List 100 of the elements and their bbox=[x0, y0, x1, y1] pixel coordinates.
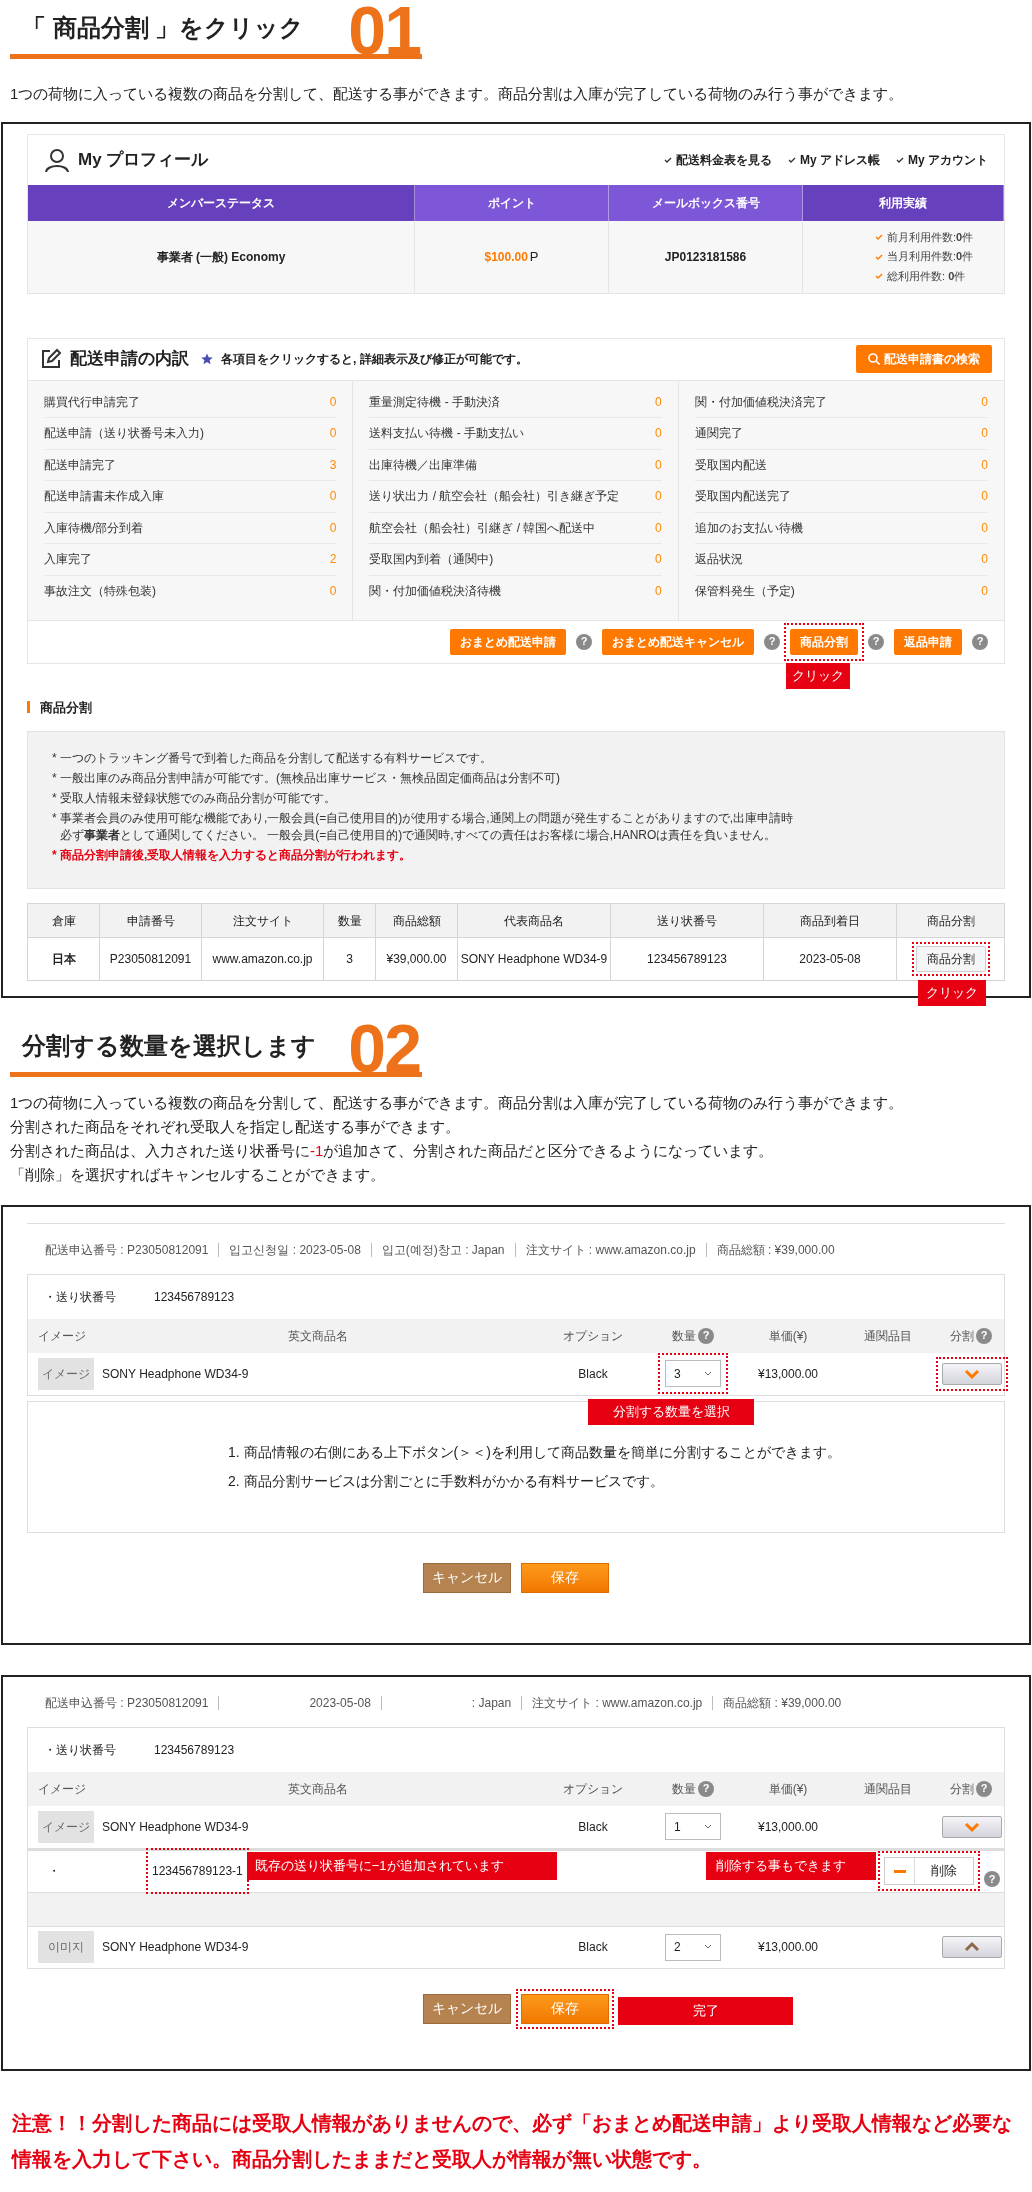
status-link[interactable]: 関・付加価値税決済完了 bbox=[694, 392, 827, 411]
table-cell: P23050812091 bbox=[100, 938, 202, 980]
usage-text: 前月利用件数:0件 bbox=[887, 229, 974, 245]
table-cell-text: ¥13,000.00 bbox=[756, 1939, 820, 1956]
status-link[interactable]: 購買代行申請完了 bbox=[44, 392, 140, 411]
thumbnail-label: イメージ bbox=[42, 1365, 90, 1383]
status-link[interactable]: 入庫待機/部分到着 bbox=[44, 518, 144, 537]
column-header: 商品到着日 bbox=[764, 904, 897, 937]
step-number: 02 bbox=[348, 1013, 420, 1082]
tracking-number: 123456789123 bbox=[154, 1288, 235, 1306]
column-header: 英文商品名 bbox=[288, 1327, 348, 1345]
step-description: 分割された商品をそれぞれ受取人を指定し配送する事ができます。 bbox=[10, 1116, 461, 1137]
column-header: 商品分割 bbox=[925, 912, 976, 930]
profile-link[interactable]: My アドレス帳 bbox=[787, 150, 880, 169]
column-header: 通関品目 bbox=[864, 1780, 912, 1798]
minus-icon bbox=[893, 1869, 906, 1873]
section-title: 配送申請の内訳 bbox=[70, 348, 189, 371]
status-count: 0 bbox=[981, 519, 988, 537]
status-count: 0 bbox=[654, 519, 662, 537]
status-link[interactable]: 配送申請（送り状番号未入力) bbox=[44, 424, 204, 443]
split-arrow-button[interactable] bbox=[942, 1936, 1002, 1958]
note-text: * 商品分割申請後,受取人情報を入力すると商品分割が行われます。 bbox=[52, 847, 413, 864]
callout-label: クリック bbox=[786, 662, 850, 689]
status-link[interactable]: 追加のお支払い待機 bbox=[694, 518, 803, 537]
table-cell-text: Black bbox=[577, 1939, 609, 1956]
callout-label: 削除する事もできます bbox=[706, 1852, 876, 1880]
usage-text: 当月利用件数:0件 bbox=[887, 249, 974, 265]
delete-button[interactable]: 削除 bbox=[884, 1857, 974, 1885]
column-header: 申請番号 bbox=[100, 904, 202, 937]
caret-icon bbox=[704, 1944, 712, 1950]
split-arrow-button[interactable] bbox=[942, 1362, 1002, 1385]
status-count: 0 bbox=[654, 583, 662, 601]
column-header: 数量 bbox=[672, 1780, 696, 1798]
step-title: 分割する数量を選択します bbox=[20, 1030, 316, 1061]
profile-link[interactable]: My アカウント bbox=[896, 150, 988, 169]
status-count: 0 bbox=[329, 488, 337, 506]
step-title: 「 商品分割 」をクリック bbox=[21, 13, 305, 43]
usage-text: 総利用件数: 0件 bbox=[887, 268, 966, 284]
callout-label: 完了 bbox=[618, 1996, 793, 2025]
status-count: 0 bbox=[981, 393, 988, 411]
split-button[interactable]: 商品分割 bbox=[915, 946, 986, 972]
meta-text: 注文サイト : www.amazon.co.jp bbox=[514, 1242, 706, 1257]
status-link[interactable]: 出庫待機／出庫準備 bbox=[369, 455, 478, 474]
product-name: SONY Headphone WD34-9 bbox=[101, 1939, 250, 1956]
column-header: イメージ bbox=[38, 1780, 86, 1798]
callout-label: クリック bbox=[917, 980, 986, 1006]
product-name: SONY Headphone WD34-9 bbox=[101, 1365, 250, 1383]
table-cell: 2023-05-08 bbox=[764, 938, 897, 980]
status-link[interactable]: 送料支払い待機 - 手動支払い bbox=[369, 424, 524, 443]
column-header: 送り状番号 bbox=[611, 904, 764, 937]
meta-text: 配送申込番号 : P23050812091 bbox=[44, 1695, 210, 1710]
status-count: 0 bbox=[981, 456, 988, 474]
status-link[interactable]: 通関完了 bbox=[694, 424, 743, 443]
status-count: 0 bbox=[981, 551, 988, 569]
status-link[interactable]: 受取国内配送 bbox=[694, 455, 767, 474]
status-link[interactable]: 送り状出力 / 航空会社（船会社）引き継ぎ予定 bbox=[369, 487, 620, 506]
hint-text: 各項目をクリックすると, 詳細表示及び修正が可能です。 bbox=[221, 351, 528, 368]
check-icon bbox=[875, 233, 883, 241]
table-header-cell: メールボックス番号 bbox=[609, 184, 803, 221]
table-cell-text: ¥13,000.00 bbox=[756, 1365, 820, 1383]
tracking-number: 123456789123 bbox=[154, 1741, 235, 1759]
points-value: $100.00 bbox=[484, 248, 528, 266]
status-count: 0 bbox=[981, 425, 988, 443]
star-icon bbox=[201, 353, 213, 365]
status-link[interactable]: 航空会社（船会社）引継ぎ / 韓国へ配送中 bbox=[369, 518, 596, 537]
table-header-cell: 利用実績 bbox=[803, 184, 1004, 221]
status-link[interactable]: 受取国内配送完了 bbox=[694, 487, 791, 506]
column-header: 注文サイト bbox=[202, 904, 324, 937]
status-count: 0 bbox=[329, 393, 337, 411]
bullet-text: ・ bbox=[47, 1863, 61, 1880]
status-count: 0 bbox=[654, 425, 662, 443]
profile-link[interactable]: 配送料金表を見る bbox=[663, 150, 772, 169]
status-link[interactable]: 関・付加価値税決済待機 bbox=[369, 582, 502, 601]
note-text: * 一つのトラッキング番号で到着した商品を分割して配送する有料サービスです。 bbox=[52, 750, 493, 767]
caret-icon bbox=[704, 1823, 712, 1830]
quantity-select[interactable]: 3 bbox=[665, 1360, 721, 1387]
column-header: 分割 bbox=[950, 1780, 974, 1798]
step-description: 1つの荷物に入っている複数の商品を分割して、配送する事ができます。商品分割は入庫が完了している荷物のみ行う事ができます。 bbox=[10, 84, 905, 104]
status-link[interactable]: 重量測定待機 - 手動決済 bbox=[369, 392, 500, 411]
column-header: 商品総額 bbox=[376, 904, 458, 937]
status-link[interactable]: 入庫完了 bbox=[44, 550, 92, 569]
step-description: 1つの荷物に入っている複数の商品を分割して、配送する事ができます。商品分割は入庫が完了している荷物のみ行う事ができます。 bbox=[10, 1092, 905, 1113]
status-link[interactable]: 返品状況 bbox=[694, 550, 743, 569]
table-cell: 123456789123 bbox=[611, 938, 764, 980]
table-cell: www.amazon.co.jp bbox=[202, 938, 324, 980]
meta-text: 입고신청일 : 2023-05-08 bbox=[218, 1242, 371, 1257]
quantity-select[interactable]: 2 bbox=[665, 1933, 721, 1961]
status-link[interactable]: 保管料発生（予定) bbox=[694, 582, 795, 601]
status-count: 0 bbox=[654, 393, 662, 411]
status-link[interactable]: 事故注文（特殊包装) bbox=[44, 582, 156, 601]
quantity-select[interactable]: 1 bbox=[665, 1813, 721, 1840]
split-arrow-button[interactable] bbox=[942, 1815, 1002, 1838]
check-icon bbox=[896, 155, 904, 164]
table-cell-text: Black bbox=[577, 1818, 609, 1836]
status-link[interactable]: 配送申請完了 bbox=[44, 455, 116, 474]
check-icon bbox=[787, 155, 796, 164]
search-icon bbox=[868, 353, 880, 365]
status-link[interactable]: 受取国内到着（通関中) bbox=[369, 550, 494, 569]
table-cell: 日本 bbox=[28, 938, 100, 980]
status-link[interactable]: 配送申請書未作成入庫 bbox=[44, 487, 164, 506]
